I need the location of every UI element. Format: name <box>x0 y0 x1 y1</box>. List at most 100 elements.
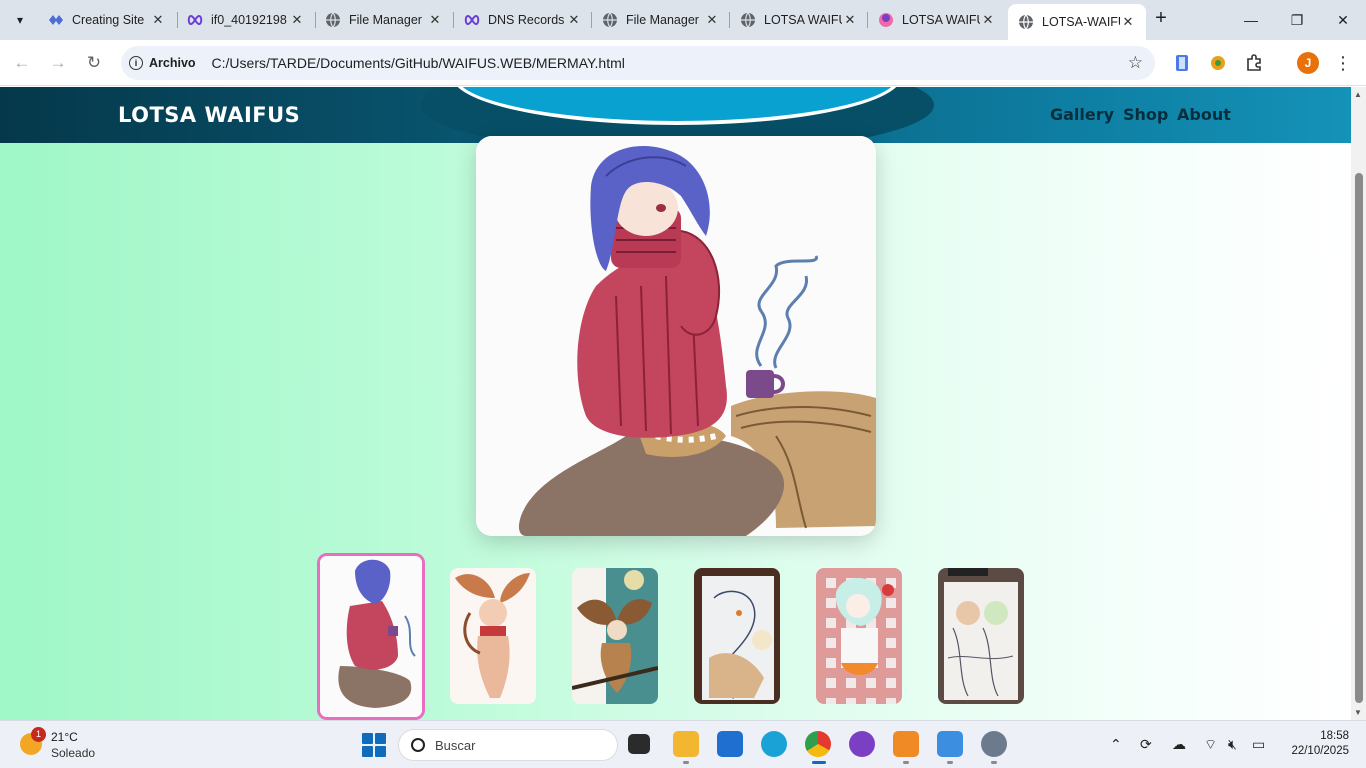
tab-title: if0_40192198 <box>211 13 287 27</box>
thumbnail-art <box>816 568 902 704</box>
thumbnail-art <box>694 568 780 704</box>
taskbar-search[interactable]: Buscar <box>398 729 618 761</box>
close-icon[interactable]: ✕ <box>289 12 305 28</box>
battery-icon[interactable]: ▭ <box>1252 736 1265 753</box>
page-scrollbar[interactable]: ▲ ▼ <box>1351 87 1366 720</box>
tab-file-manager[interactable]: File Manager ✕ <box>315 6 453 34</box>
minimize-button[interactable]: — <box>1228 6 1274 34</box>
nav-gallery[interactable]: Gallery <box>1050 105 1114 124</box>
scroll-down-arrow-icon[interactable]: ▼ <box>1354 708 1362 717</box>
nav-about[interactable]: About <box>1177 105 1231 124</box>
tab-creating-site[interactable]: Creating Site ✕ <box>38 6 176 34</box>
thumbnail-owl-harpy[interactable] <box>572 568 658 704</box>
close-icon[interactable]: ✕ <box>1120 14 1136 30</box>
clock-time: 18:58 <box>1320 730 1349 742</box>
close-icon[interactable]: ✕ <box>842 12 858 28</box>
scrollbar-thumb[interactable] <box>1355 173 1363 703</box>
thumbnail-art <box>938 568 1024 704</box>
tab-search-icon[interactable]: ▾ <box>6 6 34 34</box>
tab-title: LOTSA WAIFUS <box>902 13 980 27</box>
extensions-puzzle-icon[interactable] <box>1243 52 1265 74</box>
forward-button[interactable]: → <box>45 50 71 76</box>
start-button[interactable] <box>362 733 386 757</box>
tab-file-manager-2[interactable]: File Manager ✕ <box>592 6 730 34</box>
task-view-icon[interactable] <box>628 734 650 754</box>
thumbnail-art <box>450 568 536 704</box>
thumbnail-art <box>320 556 422 717</box>
scroll-up-arrow-icon[interactable]: ▲ <box>1354 90 1362 99</box>
weather-condition[interactable]: Soleado <box>51 746 95 760</box>
creating-site-icon <box>48 12 64 28</box>
tab-title: LOTSA WAIFUS <box>764 13 842 27</box>
edge-icon[interactable] <box>761 731 787 757</box>
waifu-icon <box>878 12 894 28</box>
onedrive-off-icon[interactable]: ☁ <box>1172 736 1186 753</box>
photos-icon[interactable] <box>937 731 963 757</box>
page-viewport: LOTSA WAIFUS Gallery Shop About <box>0 87 1351 720</box>
globe-icon <box>740 12 756 28</box>
extension-gear-icon[interactable] <box>1207 52 1229 74</box>
file-explorer-icon[interactable] <box>673 731 699 757</box>
wifi-icon[interactable]: ⌔ <box>1204 736 1217 754</box>
search-icon <box>411 738 425 752</box>
nav-shop[interactable]: Shop <box>1123 105 1168 124</box>
tab-title: File Manager <box>349 13 422 27</box>
close-icon[interactable]: ✕ <box>427 12 443 28</box>
close-icon[interactable]: ✕ <box>704 12 720 28</box>
tab-if0[interactable]: if0_40192198 ✕ <box>177 6 315 34</box>
tray-chevron-icon[interactable]: ⌃ <box>1110 736 1122 753</box>
weather-badge: 1 <box>31 727 46 742</box>
featured-artwork[interactable] <box>476 136 876 536</box>
infinity-icon <box>187 12 203 28</box>
thumbnail-art <box>572 568 658 704</box>
globe-icon <box>1018 14 1034 30</box>
volume-muted-icon[interactable]: 🔇︎ <box>1228 736 1237 753</box>
tab-lotsa-waifus-active[interactable]: LOTSA-WAIFUS ✕ <box>1008 4 1146 40</box>
running-indicator <box>683 761 689 764</box>
sync-icon[interactable]: ⟳ <box>1140 736 1152 753</box>
tab-dns-records[interactable]: DNS Records ✕ <box>454 6 592 34</box>
tab-search-extension-icon[interactable] <box>1171 52 1193 74</box>
url-text[interactable]: C:/Users/TARDE/Documents/GitHub/WAIFUS.W… <box>212 55 625 71</box>
tab-title: File Manager <box>626 13 699 27</box>
clock-date: 22/10/2025 <box>1291 745 1349 757</box>
site-info-chip[interactable]: i Archivo <box>129 56 196 70</box>
github-desktop-icon[interactable] <box>849 731 875 757</box>
close-icon[interactable]: ✕ <box>980 12 996 28</box>
close-window-button[interactable]: ✕ <box>1320 6 1366 34</box>
back-button[interactable]: ← <box>9 50 35 76</box>
restore-button[interactable]: ❐ <box>1274 6 1320 34</box>
new-tab-button[interactable]: + <box>1150 8 1172 30</box>
menu-kebab-icon[interactable]: ⋮ <box>1334 52 1352 74</box>
profile-avatar[interactable]: J <box>1297 52 1319 74</box>
active-indicator <box>812 761 826 764</box>
reload-button[interactable]: ↻ <box>81 50 107 76</box>
system-clock[interactable]: 18:58 22/10/2025 <box>1283 730 1349 757</box>
windows-taskbar: 1 21°C Soleado Buscar ⌃ ⟳ ☁ ⌔ 🔇︎ ▭ 18:58… <box>0 720 1366 768</box>
sublime-text-icon[interactable] <box>893 731 919 757</box>
thumbnail-sketchbook[interactable] <box>938 568 1024 704</box>
site-brand[interactable]: LOTSA WAIFUS <box>118 103 300 127</box>
thumbnail-fox-girl[interactable] <box>450 568 536 704</box>
info-icon: i <box>129 56 143 70</box>
bookmark-star-icon[interactable]: ☆ <box>1128 53 1143 73</box>
running-indicator <box>903 761 909 764</box>
tab-title: DNS Records <box>488 13 565 27</box>
close-icon[interactable]: ✕ <box>566 12 582 28</box>
address-bar[interactable]: i Archivo C:/Users/TARDE/Documents/GitHu… <box>121 46 1155 80</box>
tab-lotsa-waifus[interactable]: LOTSA WAIFUS ✕ <box>730 6 868 34</box>
close-icon[interactable]: ✕ <box>150 12 166 28</box>
globe-icon <box>602 12 618 28</box>
search-placeholder: Buscar <box>435 737 476 753</box>
thumbnail-sketch-mermaid[interactable] <box>694 568 780 704</box>
store-icon[interactable] <box>717 731 743 757</box>
thumbnail-mermaid-red-sweater[interactable] <box>317 553 425 720</box>
thumbnail-gingham-girl[interactable] <box>816 568 902 704</box>
weather-temp[interactable]: 21°C <box>51 730 78 744</box>
settings-gear-icon[interactable] <box>981 731 1007 757</box>
tab-title: LOTSA-WAIFUS <box>1042 15 1120 29</box>
running-indicator <box>991 761 997 764</box>
chrome-icon[interactable] <box>805 731 831 757</box>
chip-label: Archivo <box>149 56 196 70</box>
tab-lotsa-waifus-2[interactable]: LOTSA WAIFUS ✕ <box>868 6 1006 34</box>
